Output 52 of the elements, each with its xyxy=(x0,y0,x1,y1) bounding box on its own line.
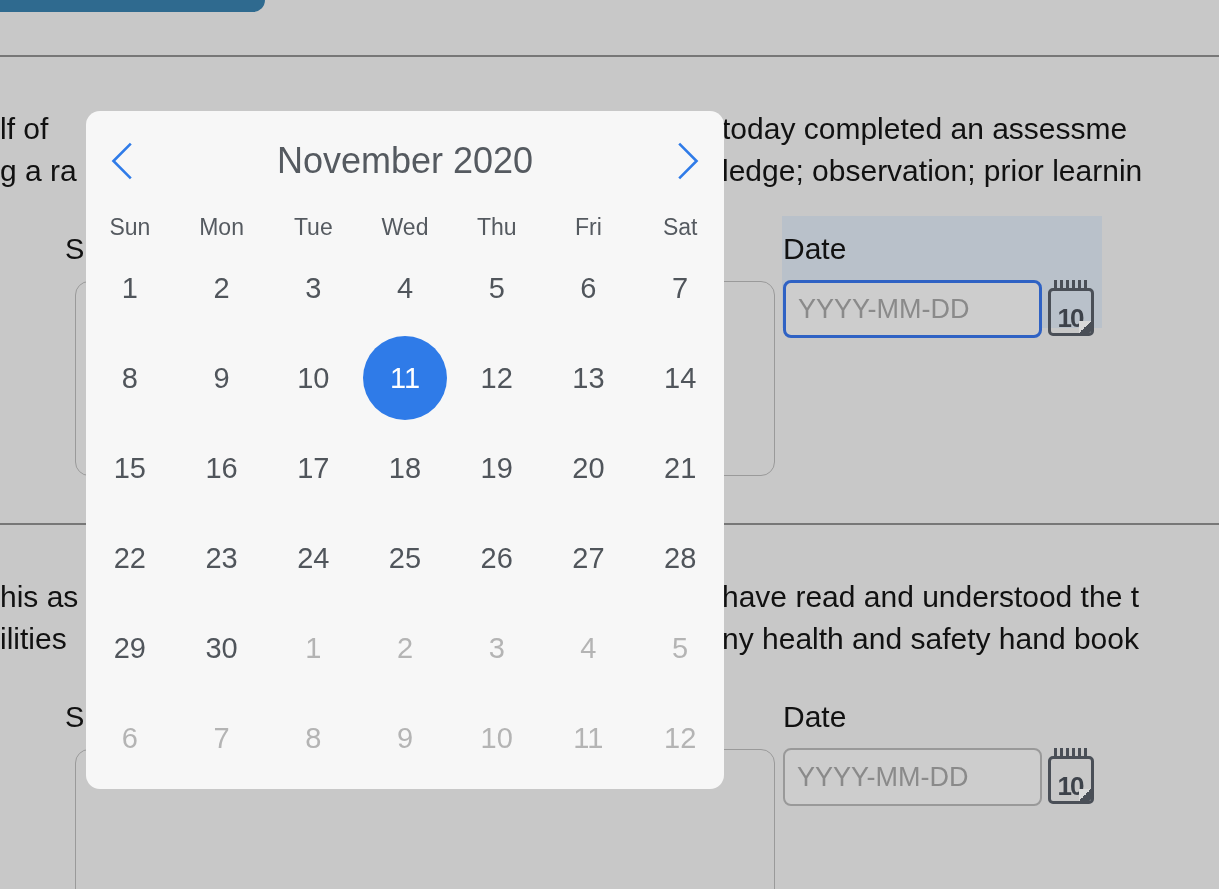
paragraph-text: today completed an assessme xyxy=(722,112,1128,146)
calendar-day[interactable]: 12 xyxy=(454,336,539,420)
weekday-label: Tue xyxy=(292,213,334,242)
calendar-day[interactable]: 11 xyxy=(363,336,447,420)
calendar-day[interactable]: 3 xyxy=(271,246,356,330)
weekday-label: Wed xyxy=(380,213,430,242)
calendar-day[interactable]: 9 xyxy=(179,336,264,420)
calendar-day[interactable]: 14 xyxy=(638,336,723,420)
calendar-day[interactable]: 6 xyxy=(546,246,631,330)
paragraph-text: his as xyxy=(0,580,79,614)
calendar-day[interactable]: 4 xyxy=(363,246,447,330)
weekday-label: Fri xyxy=(574,213,603,242)
paragraph-text: have read and understood the t xyxy=(722,580,1139,614)
calendar-day[interactable]: 29 xyxy=(87,606,172,690)
calendar-day[interactable]: 24 xyxy=(271,516,356,600)
paragraph-text: ledge; observation; prior learnin xyxy=(722,154,1143,188)
paragraph-text: ilities xyxy=(0,622,67,656)
calendar-day[interactable]: 10 xyxy=(271,336,356,420)
calendar-day[interactable]: 16 xyxy=(179,426,264,510)
date-field[interactable]: YYYY-MM-DD xyxy=(783,280,1042,338)
calendar-day[interactable]: 8 xyxy=(87,336,172,420)
weekday-label: Sun xyxy=(108,213,152,242)
paragraph-text: g a ra xyxy=(0,154,77,188)
calendar-day[interactable]: 2 xyxy=(179,246,264,330)
calendar-day[interactable]: 7 xyxy=(638,246,723,330)
calendar-day[interactable]: 5 xyxy=(454,246,539,330)
signature-label: S xyxy=(65,232,85,267)
calendar-day[interactable]: 15 xyxy=(87,426,172,510)
calendar-day[interactable]: 13 xyxy=(546,336,631,420)
calendar-day[interactable]: 1 xyxy=(87,246,172,330)
calendar-day[interactable]: 21 xyxy=(638,426,723,510)
month-title: November 2020 xyxy=(276,140,534,182)
calendar-day[interactable]: 20 xyxy=(546,426,631,510)
calendar-day[interactable]: 27 xyxy=(546,516,631,600)
signature-label: S xyxy=(65,700,85,735)
calendar-day[interactable]: 26 xyxy=(454,516,539,600)
calendar-day[interactable]: 19 xyxy=(454,426,539,510)
weekday-label: Mon xyxy=(198,213,245,242)
calendar-day[interactable]: 30 xyxy=(179,606,264,690)
weekday-label: Sat xyxy=(661,213,699,242)
calendar-day[interactable]: 18 xyxy=(363,426,447,510)
calendar-day[interactable]: 17 xyxy=(271,426,356,510)
weekday-label: Thu xyxy=(475,213,518,242)
calendar-day[interactable]: 23 xyxy=(179,516,264,600)
date-field[interactable]: YYYY-MM-DD xyxy=(783,748,1042,806)
paragraph-text: ny health and safety hand book xyxy=(722,622,1139,656)
paragraph-text: lf of xyxy=(0,112,49,146)
date-label: Date xyxy=(783,700,847,733)
date-label: Date xyxy=(783,232,847,265)
calendar-day[interactable]: 25 xyxy=(363,516,447,600)
calendar-day[interactable]: 22 xyxy=(87,516,172,600)
calendar-day[interactable]: 28 xyxy=(638,516,723,600)
